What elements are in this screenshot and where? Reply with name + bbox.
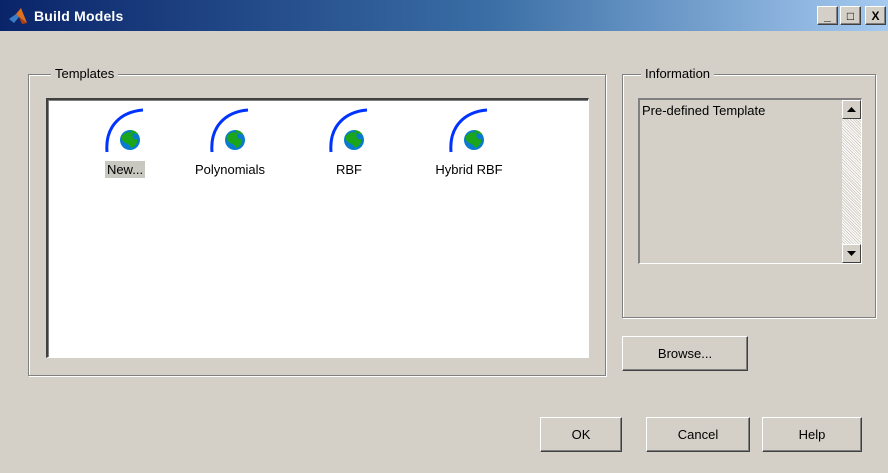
build-models-dialog: Build Models _ □ X Templates New... Poly… bbox=[0, 0, 888, 473]
template-label: RBF bbox=[336, 162, 362, 177]
templates-group-label: Templates bbox=[51, 66, 119, 81]
template-new[interactable]: New... bbox=[70, 106, 180, 186]
information-text: Pre-defined Template bbox=[642, 103, 766, 118]
template-label: Polynomials bbox=[194, 162, 266, 177]
ok-button[interactable]: OK bbox=[540, 417, 622, 452]
browse-button[interactable]: Browse... bbox=[622, 336, 748, 371]
cancel-button[interactable]: Cancel bbox=[646, 417, 750, 452]
information-text-area[interactable]: Pre-defined Template bbox=[638, 98, 862, 264]
down-arrow-icon bbox=[847, 251, 856, 256]
information-group-label: Information bbox=[641, 66, 715, 81]
maximize-button[interactable]: □ bbox=[840, 6, 861, 25]
model-template-icon bbox=[449, 108, 488, 153]
templates-list[interactable]: New... Polynomials RBF Hybrid RBF bbox=[46, 98, 589, 358]
information-scrollbar[interactable] bbox=[842, 100, 861, 263]
model-template-icon bbox=[105, 108, 144, 153]
title-bar[interactable]: Build Models _ □ X bbox=[0, 0, 888, 31]
minimize-button[interactable]: _ bbox=[817, 6, 838, 25]
up-arrow-icon bbox=[847, 107, 856, 112]
scroll-up-button[interactable] bbox=[842, 100, 861, 119]
template-polynomials[interactable]: Polynomials bbox=[175, 106, 285, 186]
template-label: New... bbox=[104, 161, 146, 178]
window-title: Build Models bbox=[34, 7, 124, 24]
template-label: Hybrid RBF bbox=[435, 162, 503, 177]
scroll-down-button[interactable] bbox=[842, 244, 861, 263]
help-button[interactable]: Help bbox=[762, 417, 862, 452]
model-template-icon bbox=[210, 108, 249, 153]
template-hybrid-rbf[interactable]: Hybrid RBF bbox=[414, 106, 524, 186]
template-rbf[interactable]: RBF bbox=[294, 106, 404, 186]
model-template-icon bbox=[329, 108, 368, 153]
close-button[interactable]: X bbox=[865, 6, 886, 25]
matlab-logo-icon bbox=[9, 7, 27, 24]
